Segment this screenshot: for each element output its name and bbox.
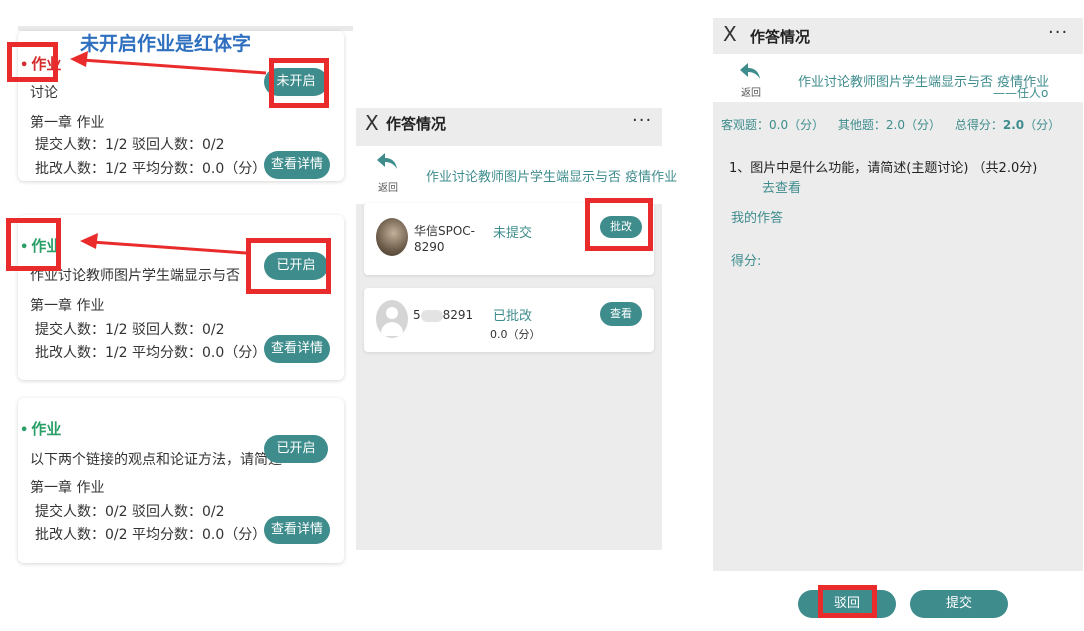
- chapter-label: 第一章 作业: [30, 480, 105, 496]
- panel-title: 作答情况: [386, 115, 447, 133]
- back-arrow-icon[interactable]: [739, 62, 761, 80]
- other-score: 其他题：2.0（分）: [837, 118, 942, 132]
- avatar: [376, 218, 408, 256]
- view-details-button[interactable]: 查看详情: [264, 516, 330, 544]
- go-view-link[interactable]: 去查看: [762, 177, 801, 196]
- student-row: 5 8291 已批改 0.0（分） 查看: [364, 288, 654, 352]
- total-score-unit: （分）: [1024, 118, 1061, 132]
- my-answer-label: 我的作答: [731, 211, 784, 226]
- homework-title: 以下两个链接的观点和论证方法，请简述: [30, 452, 282, 468]
- answer-status-panel: X 作答情况 ··· 返回 作业讨论教师图片学生端显示与否 疫情作业 华信SPO…: [356, 108, 677, 550]
- panel-header: X 作答情况 ···: [356, 108, 662, 146]
- submit-stats: 提交人数：1/2 驳回人数：0/2: [35, 322, 225, 338]
- view-button[interactable]: 查看: [600, 302, 642, 326]
- grade-stats: 批改人数：0/2 平均分数：0.0（分）: [35, 527, 267, 543]
- more-icon[interactable]: ···: [632, 110, 652, 131]
- total-score-value: 2.0: [1002, 118, 1025, 132]
- grade-stats: 批改人数：1/2 平均分数：0.0（分）: [35, 345, 267, 361]
- panel-title: 作答情况: [750, 28, 811, 46]
- objective-score: 客观题：0.0（分）: [721, 118, 825, 132]
- submit-button[interactable]: 提交: [910, 590, 1008, 618]
- more-icon[interactable]: ···: [1048, 22, 1068, 43]
- homework-subtitle-extra: ——任人o: [993, 86, 1049, 100]
- status-button-opened[interactable]: 已开启: [264, 435, 328, 463]
- view-details-button[interactable]: 查看详情: [264, 335, 330, 363]
- back-arrow-icon[interactable]: [376, 152, 398, 170]
- close-icon[interactable]: X: [723, 22, 737, 46]
- homework-subtitle: 作业讨论教师图片学生端显示与否 疫情作业: [426, 170, 678, 185]
- back-label[interactable]: 返回: [378, 179, 398, 194]
- score-label: 得分:: [731, 254, 762, 269]
- student-score: 0.0（分）: [490, 328, 541, 341]
- sub-header: 返回 作业讨论教师图片学生端显示与否 疫情作业: [356, 146, 677, 204]
- back-label[interactable]: 返回: [741, 84, 761, 99]
- highlight-box-grade: [585, 198, 653, 251]
- close-icon[interactable]: X: [365, 111, 379, 135]
- submit-stats: 提交人数：0/2 驳回人数：0/2: [35, 504, 225, 520]
- student-name: 5 8291: [413, 308, 474, 322]
- total-score-label: 总得分：: [954, 118, 1003, 132]
- answer-detail-panel: X 作答情况 ··· 返回 作业讨论教师图片学生端显示与否 疫情作业 ——任人o…: [713, 18, 1083, 571]
- score-summary: 客观题：0.0（分） 其他题：2.0（分） 总得分：2.0（分）: [721, 116, 1060, 133]
- sub-header: 返回 作业讨论教师图片学生端显示与否 疫情作业 ——任人o: [713, 54, 1083, 102]
- question-text: 1、图片中是什么功能，请简述(主题讨论) （共2.0分): [729, 161, 1038, 176]
- homework-card-3: • 作业 以下两个链接的观点和论证方法，请简述 第一章 作业 提交人数：0/2 驳…: [18, 398, 344, 563]
- default-avatar-icon: [376, 300, 408, 338]
- student-id: 8290: [414, 240, 445, 254]
- annotation-arrows: [70, 51, 267, 255]
- submission-status: 已批改: [493, 309, 533, 324]
- highlight-box-reject: [818, 585, 877, 618]
- student-name: 华信SPOC-: [414, 224, 476, 238]
- submission-status: 未提交: [493, 226, 533, 241]
- panel-header: X 作答情况 ···: [713, 18, 1083, 54]
- homework-tag: • 作业: [20, 420, 62, 438]
